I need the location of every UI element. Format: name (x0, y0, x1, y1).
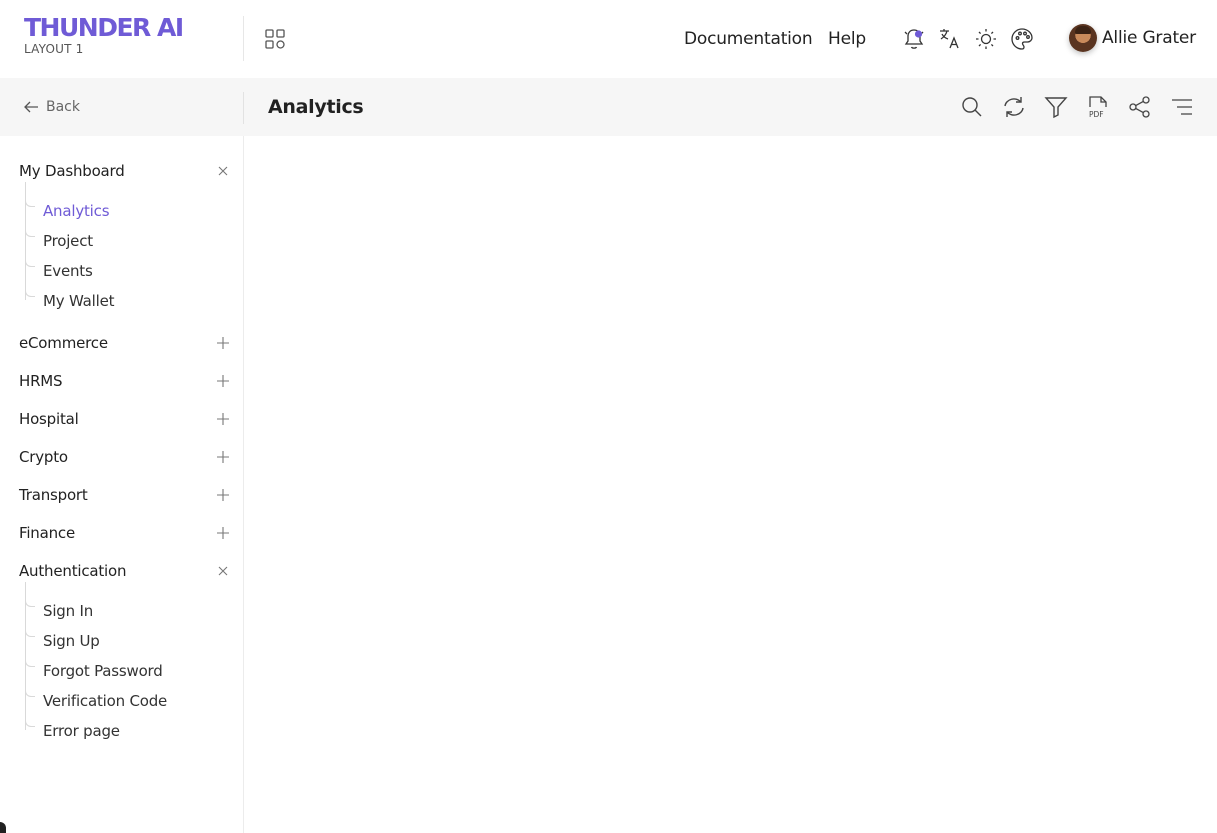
tree-connector (25, 719, 35, 727)
filter-icon[interactable] (1043, 94, 1069, 120)
sidebar-group-hrms[interactable]: HRMS (19, 369, 229, 393)
main-content (244, 136, 1217, 833)
user-name: Allie Grater (1102, 28, 1196, 48)
sidebar-group-finance[interactable]: Finance (19, 521, 229, 545)
plus-icon[interactable] (216, 336, 230, 350)
pdf-icon[interactable]: PDF (1085, 94, 1111, 120)
sidebar-group-label: HRMS (19, 372, 63, 390)
brand-layout-label: LAYOUT 1 (24, 42, 84, 56)
plus-icon[interactable] (216, 412, 230, 426)
top-header: THUNDER AI LAYOUT 1 Documentation Help A… (0, 0, 1217, 78)
sidebar-group-crypto[interactable]: Crypto (19, 445, 229, 469)
help-link[interactable]: Help (828, 29, 866, 49)
header-divider (243, 16, 244, 61)
toolbar-divider (243, 92, 244, 124)
sidebar-item-project[interactable]: Project (43, 232, 93, 250)
close-icon[interactable] (216, 164, 230, 178)
sidebar: My Dashboard Analytics Project Events My… (0, 136, 243, 833)
tree-connector (25, 599, 35, 607)
tree-connector (25, 259, 35, 267)
page-title: Analytics (268, 96, 364, 118)
sidebar-group-label: eCommerce (19, 334, 108, 352)
menu-lines-icon[interactable] (1169, 94, 1195, 120)
plus-icon[interactable] (216, 526, 230, 540)
sidebar-item-analytics[interactable]: Analytics (43, 202, 110, 220)
notification-bell-icon[interactable] (901, 26, 927, 52)
tree-connector (25, 289, 35, 297)
sidebar-item-sign-up[interactable]: Sign Up (43, 632, 100, 650)
search-icon[interactable] (959, 94, 985, 120)
sidebar-group-authentication[interactable]: Authentication (19, 559, 229, 583)
tree-connector (25, 689, 35, 697)
sidebar-group-transport[interactable]: Transport (19, 483, 229, 507)
palette-icon[interactable] (1009, 26, 1035, 52)
tree-connector (25, 229, 35, 237)
brand-logo[interactable]: THUNDER AI LAYOUT 1 (24, 13, 184, 57)
brand-name: THUNDER AI (24, 13, 184, 42)
tree-connector (25, 659, 35, 667)
documentation-link[interactable]: Documentation (684, 29, 813, 49)
sidebar-group-label: Authentication (19, 562, 127, 580)
svg-text:PDF: PDF (1089, 110, 1104, 119)
back-button[interactable]: Back (22, 98, 80, 116)
sidebar-item-forgot-password[interactable]: Forgot Password (43, 662, 163, 680)
sidebar-group-label: My Dashboard (19, 162, 125, 180)
tree-connector (25, 629, 35, 637)
sidebar-group-label: Crypto (19, 448, 68, 466)
apps-grid-icon[interactable] (263, 27, 287, 51)
page-toolbar: Back Analytics PDF (0, 78, 1217, 136)
plus-icon[interactable] (216, 488, 230, 502)
share-icon[interactable] (1127, 94, 1153, 120)
sidebar-group-hospital[interactable]: Hospital (19, 407, 229, 431)
plus-icon[interactable] (216, 450, 230, 464)
sidebar-item-events[interactable]: Events (43, 262, 93, 280)
sidebar-item-sign-in[interactable]: Sign In (43, 602, 93, 620)
sidebar-group-label: Finance (19, 524, 75, 542)
sun-theme-icon[interactable] (973, 26, 999, 52)
avatar (1069, 24, 1097, 52)
refresh-icon[interactable] (1001, 94, 1027, 120)
sidebar-item-verification-code[interactable]: Verification Code (43, 692, 167, 710)
sidebar-group-label: Transport (19, 486, 88, 504)
arrow-left-icon (24, 101, 38, 113)
sidebar-group-ecommerce[interactable]: eCommerce (19, 331, 229, 355)
back-label: Back (46, 99, 80, 115)
sidebar-item-my-wallet[interactable]: My Wallet (43, 292, 114, 310)
sidebar-group-my-dashboard[interactable]: My Dashboard (19, 159, 229, 183)
user-menu[interactable]: Allie Grater (1069, 24, 1196, 52)
plus-icon[interactable] (216, 374, 230, 388)
tree-connector (25, 199, 35, 207)
sidebar-group-label: Hospital (19, 410, 79, 428)
close-icon[interactable] (216, 564, 230, 578)
sidebar-item-error-page[interactable]: Error page (43, 722, 120, 740)
translate-icon[interactable] (937, 26, 963, 52)
